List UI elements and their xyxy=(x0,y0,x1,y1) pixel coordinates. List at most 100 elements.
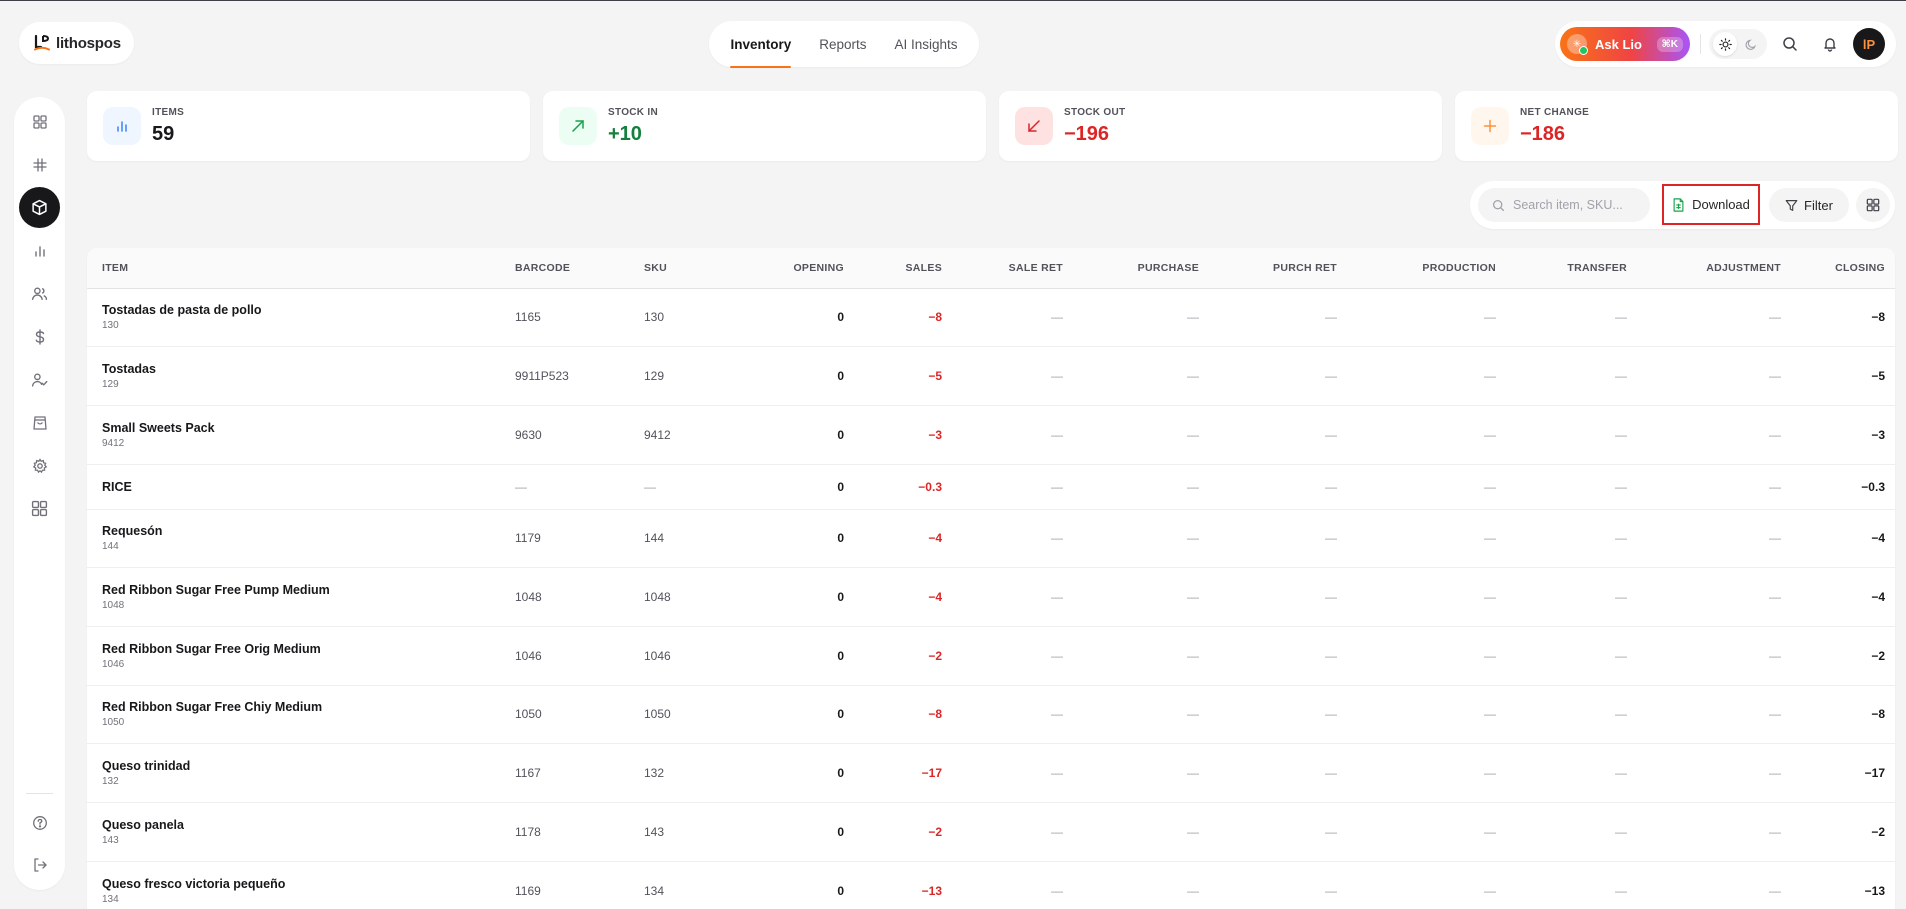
col-header-barcode[interactable]: BARCODE xyxy=(515,248,644,289)
sidebar-item-reports[interactable] xyxy=(19,230,60,271)
table-row[interactable]: Requesón 144 1179 144 0 −4 — — — — — — −4 xyxy=(87,509,1895,568)
cell-purchase: — xyxy=(1187,310,1199,325)
sun-icon[interactable] xyxy=(1713,32,1737,56)
cell-production: — xyxy=(1484,883,1496,898)
table-row[interactable]: Queso panela 143 1178 143 0 −2 — — — — — — −2 xyxy=(87,803,1895,862)
cell-production: — xyxy=(1484,648,1496,663)
cell-closing: −2 xyxy=(1871,648,1885,663)
cell-transfer: — xyxy=(1615,883,1627,898)
sidebar-item-shop[interactable] xyxy=(19,402,60,443)
col-header-purch-ret[interactable]: PURCH RET xyxy=(1199,248,1337,289)
cell-purch-ret: — xyxy=(1325,883,1337,898)
tab-reports[interactable]: Reports xyxy=(819,37,866,52)
item-code: 129 xyxy=(102,379,119,391)
tab-inventory[interactable]: Inventory xyxy=(730,37,791,68)
item-name: Small Sweets Pack xyxy=(102,420,215,435)
cell-sale-ret: — xyxy=(1051,531,1063,546)
table-row[interactable]: Queso fresco victoria pequeño 134 1169 134 0… xyxy=(87,861,1895,909)
cell-barcode: 1179 xyxy=(515,531,541,546)
bell-icon[interactable] xyxy=(1813,27,1847,61)
table-row[interactable]: Tostadas de pasta de pollo 130 1165 130 0 −8 —… xyxy=(87,288,1895,347)
cell-transfer: — xyxy=(1615,590,1627,605)
cell-sku: 144 xyxy=(644,531,665,546)
cell-opening: 0 xyxy=(837,707,844,722)
cell-purchase: — xyxy=(1187,648,1199,663)
sidebar-item-customers[interactable] xyxy=(19,273,60,314)
cell-sku: — xyxy=(644,479,656,494)
cell-purch-ret: — xyxy=(1325,707,1337,722)
col-header-closing[interactable]: CLOSING xyxy=(1781,248,1895,289)
cell-sku: 130 xyxy=(644,310,665,325)
stat-card-stock-in: STOCK IN +10 xyxy=(543,91,986,161)
theme-toggle[interactable] xyxy=(1709,29,1767,59)
sidebar-item-help[interactable] xyxy=(19,802,60,843)
table-row[interactable]: Red Ribbon Sugar Free Orig Medium 1046 104… xyxy=(87,626,1895,686)
table-row[interactable]: RICE — — 0 −0.3 — — — — — — −0.3 xyxy=(87,464,1895,510)
col-header-sku[interactable]: SKU xyxy=(644,248,734,289)
cell-barcode: 1165 xyxy=(515,310,541,325)
sidebar-item-inventory[interactable] xyxy=(19,187,60,228)
cell-closing: −4 xyxy=(1871,531,1885,546)
brand-logo[interactable]: lithospos xyxy=(19,22,134,64)
cell-adjustment: — xyxy=(1769,766,1781,781)
download-button[interactable]: Download xyxy=(1662,184,1760,225)
avatar[interactable]: lP xyxy=(1853,28,1885,60)
sidebar-item-settings[interactable] xyxy=(19,445,60,486)
search-icon[interactable] xyxy=(1773,27,1807,61)
cell-opening: 0 xyxy=(837,590,844,605)
tab-ai-insights[interactable]: AI Insights xyxy=(895,37,958,52)
search-input[interactable] xyxy=(1513,198,1643,212)
col-header-adjustment[interactable]: ADJUSTMENT xyxy=(1627,248,1781,289)
item-code: 1046 xyxy=(102,658,125,670)
ask-lio-shortcut: ⌘K xyxy=(1656,36,1683,52)
filter-button[interactable]: Filter xyxy=(1769,188,1849,222)
ask-lio-button[interactable]: ✳ Ask Lio ⌘K xyxy=(1560,27,1690,61)
sidebar-divider xyxy=(26,793,53,794)
col-header-opening[interactable]: OPENING xyxy=(734,248,844,289)
cell-closing: −4 xyxy=(1871,590,1885,605)
cell-opening: 0 xyxy=(837,883,844,898)
cell-item: RICE xyxy=(87,464,515,509)
col-header-production[interactable]: PRODUCTION xyxy=(1337,248,1496,289)
table-toolbar: Download Filter xyxy=(1470,181,1895,229)
table-row[interactable]: Red Ribbon Sugar Free Chiy Medium 1050 105… xyxy=(87,685,1895,744)
cell-sale-ret: — xyxy=(1051,479,1063,494)
cell-item: Queso trinidad 132 xyxy=(87,744,515,803)
header-actions: ✳ Ask Lio ⌘K lP xyxy=(1555,21,1896,67)
table-row[interactable]: Queso trinidad 132 1167 132 0 −17 — — — — — — −17 xyxy=(87,744,1895,803)
table-row[interactable]: Tostadas 129 9911P523 129 0 −5 — — — — — — −5 xyxy=(87,347,1895,406)
stat-card-net-change: NET CHANGE −186 xyxy=(1455,91,1898,161)
col-header-sale-ret[interactable]: SALE RET xyxy=(942,248,1063,289)
dollar-icon xyxy=(35,328,44,345)
cell-sales: −8 xyxy=(928,707,942,722)
cell-adjustment: — xyxy=(1769,369,1781,384)
col-header-purchase[interactable]: PURCHASE xyxy=(1063,248,1199,289)
cell-sales: −5 xyxy=(928,369,942,384)
table-row[interactable]: Small Sweets Pack 9412 9630 9412 0 −3 — — — — — — −3 xyxy=(87,405,1895,465)
sidebar-item-dashboard[interactable] xyxy=(19,101,60,142)
sidebar-item-finance[interactable] xyxy=(19,316,60,357)
col-header-sales[interactable]: SALES xyxy=(844,248,942,289)
item-name: Queso panela xyxy=(102,817,184,832)
table-row[interactable]: Red Ribbon Sugar Free Pump Medium 1048 104… xyxy=(87,568,1895,627)
cell-adjustment: — xyxy=(1769,824,1781,839)
sidebar-item-staff[interactable] xyxy=(19,359,60,400)
cell-production: — xyxy=(1484,427,1496,442)
sidebar-item-apps[interactable] xyxy=(19,488,60,529)
moon-icon[interactable] xyxy=(1739,32,1763,56)
col-header-item[interactable]: ITEM xyxy=(87,248,515,289)
sidebar-item-pos[interactable] xyxy=(19,144,60,185)
cell-sku: 1050 xyxy=(644,707,671,722)
cell-barcode: 1050 xyxy=(515,707,542,722)
cell-production: — xyxy=(1484,707,1496,722)
cell-item: Queso panela 143 xyxy=(87,803,515,862)
cell-sale-ret: — xyxy=(1051,883,1063,898)
col-header-transfer[interactable]: TRANSFER xyxy=(1496,248,1627,289)
brand-name: lithospos xyxy=(56,34,121,52)
staff-check-icon xyxy=(31,373,48,387)
cell-sales: −8 xyxy=(928,310,942,325)
sidebar-item-logout[interactable] xyxy=(19,844,60,885)
cell-closing: −17 xyxy=(1864,766,1885,781)
cell-barcode: 9911P523 xyxy=(515,369,569,384)
view-toggle-button[interactable] xyxy=(1856,188,1890,222)
